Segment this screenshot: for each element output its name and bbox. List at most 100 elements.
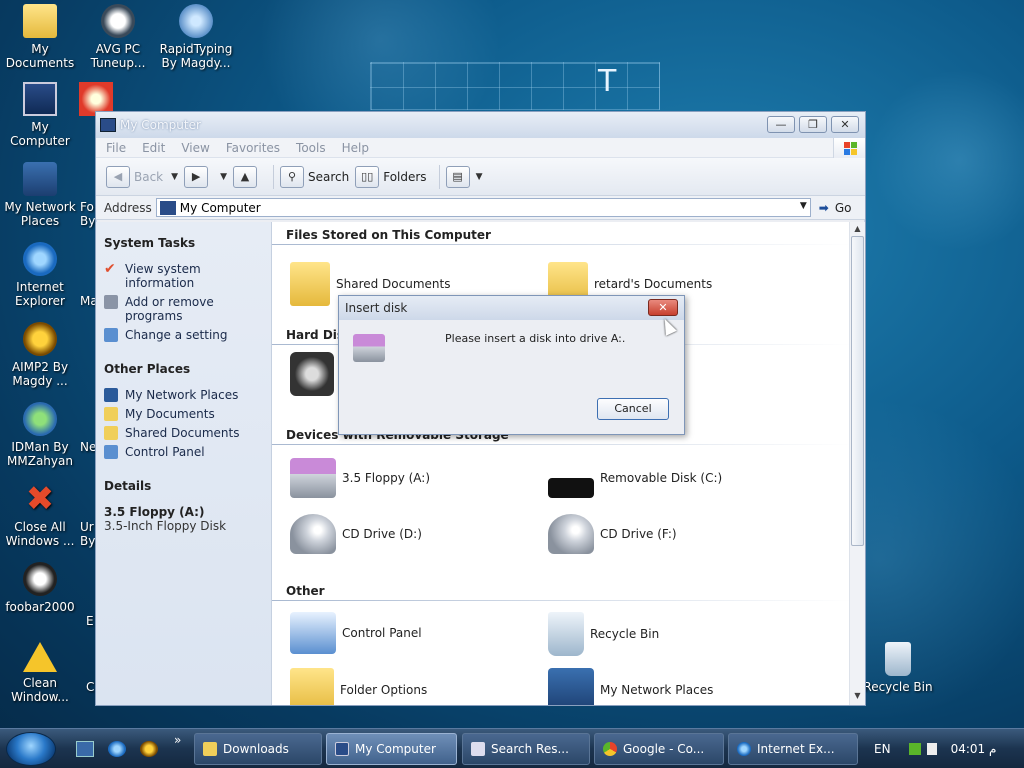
go-button[interactable]: ➡ Go xyxy=(819,201,852,215)
menu-view[interactable]: View xyxy=(181,141,209,155)
place-my-network-places[interactable]: My Network Places xyxy=(104,388,263,402)
address-field[interactable]: My Computer ▼ xyxy=(155,198,811,217)
desktop-icon-idman[interactable]: IDMan By MMZahyan xyxy=(0,402,80,468)
scroll-up-icon[interactable]: ▲ xyxy=(850,224,865,236)
item-label: Removable Disk (C:) xyxy=(600,471,723,485)
place-my-documents[interactable]: My Documents xyxy=(104,407,263,421)
partial-label: Fo xyxy=(80,200,94,214)
restore-button[interactable]: ❐ xyxy=(799,116,827,133)
folder-options-icon xyxy=(290,668,334,705)
warning-icon xyxy=(23,642,57,672)
wallpaper-grid xyxy=(370,62,660,110)
control-panel-icon xyxy=(290,612,336,654)
menu-tools[interactable]: Tools xyxy=(296,141,326,155)
toolbar-separator xyxy=(272,164,274,189)
back-arrow-icon: ◀ xyxy=(106,165,130,188)
group-divider xyxy=(272,244,852,245)
language-indicator[interactable]: EN xyxy=(874,742,891,756)
item-recycle-bin[interactable]: Recycle Bin xyxy=(548,612,659,656)
back-button[interactable]: ◀ Back xyxy=(106,165,163,189)
chrome-icon xyxy=(603,742,617,756)
other-places-header[interactable]: Other Places xyxy=(104,362,263,376)
place-control-panel[interactable]: Control Panel xyxy=(104,445,263,459)
show-desktop-icon[interactable] xyxy=(76,741,94,757)
item-my-network-places[interactable]: My Network Places xyxy=(548,668,713,705)
menu-file[interactable]: File xyxy=(106,141,126,155)
item-control-panel[interactable]: Control Panel xyxy=(290,612,422,654)
desktop-icon-internet-explorer[interactable]: Internet Explorer xyxy=(0,242,80,308)
task-my-computer[interactable]: My Computer xyxy=(326,733,457,765)
vertical-scrollbar[interactable]: ▲ ▼ xyxy=(849,222,865,705)
desktop-icon-my-network-places[interactable]: My Network Places xyxy=(0,162,80,228)
task-google-chrome[interactable]: Google - Co... xyxy=(594,733,724,765)
folders-button[interactable]: ▯▯ Folders xyxy=(355,165,427,189)
notification-tray-icon[interactable] xyxy=(926,743,937,755)
up-button[interactable]: ▲ xyxy=(232,165,261,189)
quicklaunch-chevron-icon[interactable]: » xyxy=(174,733,181,747)
windows-flag-icon xyxy=(833,138,865,158)
scroll-thumb[interactable] xyxy=(851,236,864,546)
close-button[interactable]: ✕ xyxy=(831,116,859,133)
desktop-icon-my-documents[interactable]: My Documents xyxy=(0,4,80,70)
insert-disk-dialog[interactable]: Insert disk ✕ Please insert a disk into … xyxy=(338,295,685,435)
desktop-icon-rapidtyping[interactable]: RapidTyping By Magdy... xyxy=(156,4,236,70)
menu-help[interactable]: Help xyxy=(342,141,369,155)
details-header[interactable]: Details xyxy=(104,479,263,493)
folder-icon xyxy=(23,4,57,38)
network-icon xyxy=(104,388,118,402)
desktop-icon-my-computer[interactable]: My Computer xyxy=(0,82,80,148)
task-label: Google - Co... xyxy=(623,742,705,756)
network-tray-icon[interactable] xyxy=(908,743,921,755)
task-search-results[interactable]: Search Res... xyxy=(462,733,590,765)
task-label: Downloads xyxy=(223,742,289,756)
desktop-icon-clean-window[interactable]: Clean Window... xyxy=(0,642,80,704)
menu-favorites[interactable]: Favorites xyxy=(226,141,280,155)
cd-drive-icon xyxy=(548,514,594,554)
start-button[interactable] xyxy=(6,732,56,766)
folder-icon xyxy=(203,742,217,756)
window-titlebar[interactable]: My Computer — ❐ ✕ xyxy=(96,112,865,138)
task-label: My Computer xyxy=(355,742,436,756)
task-label: Add or remove programs xyxy=(125,295,214,323)
item-removable-disk-c[interactable]: Removable Disk (C:) xyxy=(548,458,722,498)
clock[interactable]: 04:01 م xyxy=(951,742,997,756)
item-local-disk[interactable] xyxy=(290,352,340,396)
address-value: My Computer xyxy=(179,200,261,215)
minimize-button[interactable]: — xyxy=(767,116,795,133)
desktop-icon-label: Close All Windows ... xyxy=(5,520,75,548)
task-add-remove-programs[interactable]: Add or remove programs xyxy=(104,295,263,323)
dialog-titlebar[interactable]: Insert disk ✕ xyxy=(339,296,684,320)
task-view-system-info[interactable]: ✔ View system information xyxy=(104,262,263,290)
internet-explorer-icon[interactable] xyxy=(108,741,126,757)
desktop-icon-aimp2[interactable]: AIMP2 By Magdy ... xyxy=(0,322,80,388)
item-cd-drive-f[interactable]: CD Drive (F:) xyxy=(548,514,677,554)
menu-edit[interactable]: Edit xyxy=(142,141,165,155)
desktop-icon-avg-tuneup[interactable]: AVG PC Tuneup... xyxy=(78,4,158,70)
task-internet-explorer[interactable]: Internet Ex... xyxy=(728,733,858,765)
internet-explorer-icon xyxy=(23,242,57,276)
desktop-icon-foobar2000[interactable]: foobar2000 xyxy=(0,562,80,614)
desktop-icon-close-all-windows[interactable]: ✖ Close All Windows ... xyxy=(0,482,80,548)
dialog-close-button[interactable]: ✕ xyxy=(648,299,678,316)
task-downloads[interactable]: Downloads xyxy=(194,733,322,765)
search-button[interactable]: ⚲ Search xyxy=(279,165,350,189)
back-dropdown-icon[interactable]: ▼ xyxy=(171,172,178,182)
folders-icon: ▯▯ xyxy=(355,165,380,188)
search-label: Search xyxy=(307,169,350,184)
system-tasks-header[interactable]: System Tasks xyxy=(104,236,263,250)
place-shared-documents[interactable]: Shared Documents xyxy=(104,426,263,440)
scroll-down-icon[interactable]: ▼ xyxy=(850,691,865,703)
aimp-icon[interactable] xyxy=(140,741,158,757)
address-dropdown-icon[interactable]: ▼ xyxy=(800,201,807,211)
item-folder-options[interactable]: Folder Options xyxy=(290,668,427,705)
desktop-icon-recycle-bin[interactable]: Recycle Bin xyxy=(858,642,938,694)
forward-button[interactable]: ▶ xyxy=(184,165,212,189)
task-change-setting[interactable]: Change a setting xyxy=(104,328,263,342)
views-button[interactable]: ▤ ▼ xyxy=(445,165,489,189)
control-panel-icon xyxy=(104,328,118,342)
item-cd-drive-d[interactable]: CD Drive (D:) xyxy=(290,514,422,554)
computer-icon xyxy=(335,742,349,756)
cancel-button[interactable]: Cancel xyxy=(597,398,669,420)
forward-dropdown-icon[interactable]: ▼ xyxy=(220,172,227,182)
item-floppy-a[interactable]: 3.5 Floppy (A:) xyxy=(290,458,430,498)
